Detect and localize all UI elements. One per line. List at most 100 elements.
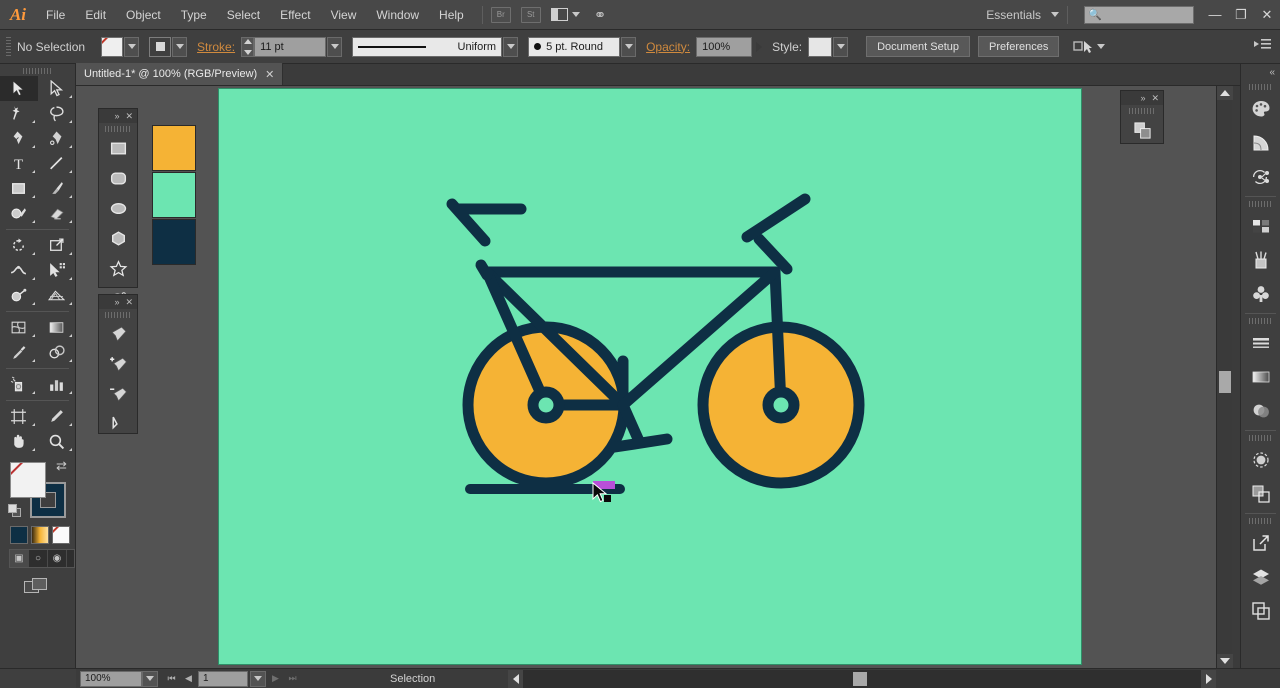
shape-tools-panel[interactable]: » ✕: [98, 108, 138, 305]
stroke-weight-stepper[interactable]: [241, 36, 255, 57]
dock-collapse-button[interactable]: «: [1241, 64, 1280, 80]
zoom-level-dropdown[interactable]: [142, 670, 158, 687]
pen-panel-grip[interactable]: [105, 312, 131, 318]
column-graph-tool[interactable]: [38, 372, 76, 397]
color-guide-panel-icon[interactable]: [1241, 126, 1280, 160]
dock-group-grip-5[interactable]: [1248, 518, 1273, 524]
perspective-grid-tool[interactable]: [38, 283, 76, 308]
horizontal-scroll-track[interactable]: [523, 670, 1201, 688]
shaper-tool[interactable]: [0, 201, 38, 226]
swatches-panel-icon[interactable]: [1241, 209, 1280, 243]
shape-builder-tool[interactable]: [0, 283, 38, 308]
add-anchor-point-tool[interactable]: [99, 349, 137, 379]
artboard[interactable]: [218, 88, 1082, 665]
menu-object[interactable]: Object: [116, 0, 171, 30]
zoom-tool[interactable]: [38, 429, 76, 454]
fill-color-swatch[interactable]: [10, 462, 46, 498]
bridge-button[interactable]: Br: [490, 6, 511, 23]
preferences-button[interactable]: Preferences: [978, 36, 1060, 57]
arrange-documents-icon[interactable]: [550, 8, 580, 21]
transparency-panel-icon[interactable]: [1241, 394, 1280, 428]
next-artboard-button[interactable]: ▶: [268, 671, 283, 687]
default-fill-stroke-icon[interactable]: [8, 504, 22, 518]
asset-export-panel-icon[interactable]: [1241, 526, 1280, 560]
blend-tool[interactable]: [38, 340, 76, 365]
layers-panel-icon[interactable]: [1241, 560, 1280, 594]
curvature-tool[interactable]: [38, 126, 76, 151]
width-tool[interactable]: [0, 258, 38, 283]
collapse-icon[interactable]: »: [114, 297, 119, 307]
graphic-style-swatch[interactable]: [808, 36, 833, 57]
eraser-tool[interactable]: [38, 201, 76, 226]
delete-anchor-point-tool[interactable]: [99, 379, 137, 409]
shape-panel-header[interactable]: » ✕: [99, 109, 137, 123]
close-icon[interactable]: ✕: [265, 68, 274, 81]
menu-view[interactable]: View: [321, 0, 367, 30]
scroll-right-button[interactable]: [1201, 670, 1216, 688]
stroke-profile-dropdown[interactable]: [503, 36, 519, 57]
shape-builder-icon[interactable]: [1121, 115, 1163, 145]
collapse-icon[interactable]: »: [1140, 93, 1145, 103]
opacity-field[interactable]: 100%: [696, 36, 753, 57]
stroke-profile-field[interactable]: Uniform: [352, 36, 503, 57]
pathfinder-panel-grip[interactable]: [1129, 108, 1155, 114]
symbols-panel-icon[interactable]: [1241, 277, 1280, 311]
menu-select[interactable]: Select: [217, 0, 270, 30]
stock-button[interactable]: St: [520, 6, 541, 23]
restore-button[interactable]: ❐: [1228, 0, 1254, 30]
stroke-dropdown[interactable]: [172, 36, 188, 57]
opacity-flyout-icon[interactable]: [756, 41, 763, 52]
mint-swatch[interactable]: [152, 172, 196, 218]
brushes-panel-icon[interactable]: [1241, 243, 1280, 277]
line-segment-tool[interactable]: [38, 151, 76, 176]
gradient-tool[interactable]: [38, 315, 76, 340]
canvas-area[interactable]: [76, 86, 1216, 668]
brush-definition-field[interactable]: 5 pt. Round: [528, 36, 621, 57]
close-button[interactable]: ✕: [1254, 0, 1280, 30]
horizontal-scrollbar[interactable]: [508, 669, 1216, 688]
rounded-rectangle-tool[interactable]: [99, 163, 137, 193]
direct-selection-tool[interactable]: [38, 76, 76, 101]
type-tool[interactable]: T: [0, 151, 38, 176]
last-artboard-button[interactable]: ⏭: [285, 671, 300, 687]
draw-inside-button[interactable]: ◉: [48, 550, 67, 567]
dock-group-grip-1[interactable]: [1248, 84, 1273, 90]
appearance-panel-icon[interactable]: [1241, 443, 1280, 477]
workspace-icon[interactable]: ⚭: [594, 6, 607, 24]
opacity-label[interactable]: Opacity:: [646, 40, 690, 54]
scale-tool[interactable]: [38, 233, 76, 258]
shape-panel-grip[interactable]: [105, 126, 131, 132]
swap-fill-stroke-icon[interactable]: ⇄: [56, 458, 67, 474]
document-tab[interactable]: Untitled-1* @ 100% (RGB/Preview) ✕: [76, 63, 284, 85]
vertical-scrollbar[interactable]: [1216, 86, 1233, 668]
first-artboard-button[interactable]: ⏮: [164, 671, 179, 687]
pathfinder-float-panel[interactable]: » ✕: [1120, 90, 1164, 144]
chevron-down-icon[interactable]: [1051, 12, 1059, 17]
artboard-number-dropdown[interactable]: [250, 670, 266, 687]
bicycle-illustration[interactable]: [219, 89, 1083, 666]
orange-swatch[interactable]: [152, 125, 196, 171]
eyedropper-tool[interactable]: [0, 340, 38, 365]
artboards-panel-icon[interactable]: [1241, 594, 1280, 628]
fill-swatch[interactable]: [101, 36, 124, 57]
tools-panel-grip[interactable]: [22, 68, 53, 74]
search-input[interactable]: 🔍: [1084, 5, 1194, 24]
stroke-label[interactable]: Stroke:: [197, 40, 235, 54]
close-icon[interactable]: ✕: [1151, 93, 1159, 104]
scroll-left-button[interactable]: [508, 670, 523, 688]
ellipse-tool[interactable]: [99, 193, 137, 223]
magic-wand-tool[interactable]: [0, 101, 38, 126]
menu-file[interactable]: File: [36, 0, 75, 30]
previous-artboard-button[interactable]: ◀: [181, 671, 196, 687]
panel-menu-icon[interactable]: [1254, 37, 1272, 56]
pen-panel-header[interactable]: » ✕: [99, 295, 137, 309]
pen-tools-panel[interactable]: » ✕: [98, 294, 138, 434]
fill-dropdown[interactable]: [124, 36, 140, 57]
pen-tool[interactable]: [99, 319, 137, 349]
menu-edit[interactable]: Edit: [75, 0, 116, 30]
change-screen-mode-icon[interactable]: [23, 578, 52, 598]
rotate-tool[interactable]: [0, 233, 38, 258]
select-similar-icon[interactable]: [1073, 39, 1106, 55]
pen-tool[interactable]: [0, 126, 38, 151]
menu-window[interactable]: Window: [366, 0, 429, 30]
